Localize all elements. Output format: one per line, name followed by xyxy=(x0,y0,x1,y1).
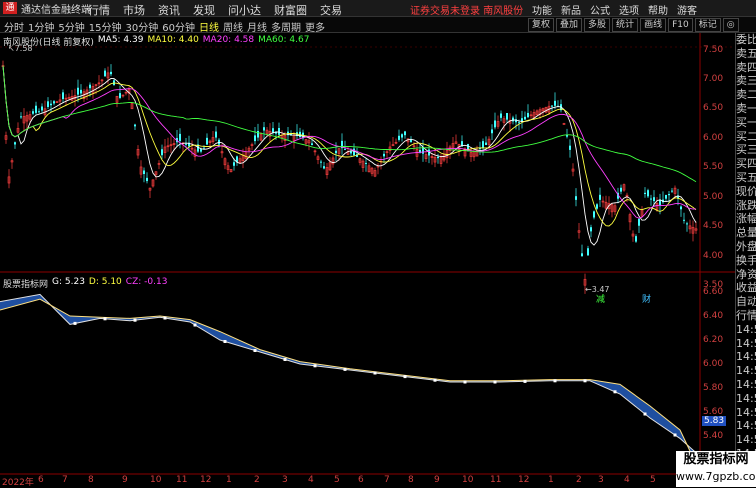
quote-row: 委比 xyxy=(736,33,756,46)
quote-row: 14:5 xyxy=(736,322,756,336)
date-label: 10 xyxy=(150,475,162,485)
date-label: 7 xyxy=(384,475,390,485)
quote-panel: 委比 卖五 卖四 卖三 卖二 卖一 买一 买二 买三 买四 买五 现价 涨跌 涨幅 总量 外盘 换手 净资 收益 自动… xyxy=(735,33,756,487)
quote-row: 14:5 xyxy=(736,391,756,405)
quote-row: 卖三 xyxy=(736,74,756,88)
date-label: 7 xyxy=(62,475,68,485)
date-label: 2022年 xyxy=(2,478,34,488)
date-label: 12 xyxy=(518,475,530,485)
quote-row: 净资 xyxy=(736,267,756,281)
date-label: 3 xyxy=(598,475,604,485)
quote-row: 行情 xyxy=(736,308,756,322)
price-axis-label: 4.00 xyxy=(703,251,724,261)
date-label: 8 xyxy=(408,475,414,485)
indicator-band xyxy=(0,293,701,473)
price-axis-label: 7.00 xyxy=(703,74,724,84)
quote-row: 卖四 xyxy=(736,60,756,74)
quote-row: 买五 xyxy=(736,170,756,184)
quote-row: 买四 xyxy=(736,157,756,171)
quote-row: 卖一 xyxy=(736,101,756,115)
ind-axis-label: 6.60 xyxy=(703,287,724,297)
date-label: 12 xyxy=(200,475,212,485)
date-label: 11 xyxy=(176,475,188,485)
ind-axis-label: 6.20 xyxy=(703,335,724,345)
quote-row: 14:5 xyxy=(736,350,756,364)
quote-row: 卖二 xyxy=(736,88,756,102)
ind-axis-label: 6.00 xyxy=(703,359,724,369)
g-label: G: 5.23 xyxy=(52,277,85,287)
quote-row: 14:5 xyxy=(736,419,756,433)
moving-average-lines xyxy=(2,65,697,246)
indicator-info: 股票指标网 G: 5.23 D: 5.10 CZ: -0.13 xyxy=(3,277,171,290)
quote-row: 涨跌 xyxy=(736,198,756,212)
price-axis-label: 4.50 xyxy=(703,221,724,231)
date-label: 10 xyxy=(462,475,474,485)
date-label: 9 xyxy=(434,475,440,485)
indicator-name: 股票指标网 xyxy=(3,280,49,290)
date-label: 2 xyxy=(254,475,260,485)
quote-row: 卖五 xyxy=(736,46,756,60)
quote-row: 现价 xyxy=(736,184,756,198)
quote-row: 换手 xyxy=(736,253,756,267)
watermark-url: www.7gpzb.com xyxy=(676,470,756,483)
cz-label: CZ: -0.13 xyxy=(125,277,168,287)
date-label: 6 xyxy=(358,475,364,485)
candlesticks xyxy=(1,60,698,294)
indicator-current-marker: 5.83 xyxy=(702,416,727,426)
price-chart[interactable] xyxy=(0,0,735,487)
watermark: 股票指标网 www.7gpzb.com xyxy=(676,451,756,487)
ind-axis-label: 6.40 xyxy=(703,311,724,321)
quote-row: 14:5 xyxy=(736,433,756,447)
quote-row: 总量 xyxy=(736,226,756,240)
date-label: 9 xyxy=(122,475,128,485)
quote-row: 收益 xyxy=(736,281,756,295)
price-axis-label: 5.00 xyxy=(703,192,724,202)
date-label: 8 xyxy=(88,475,94,485)
quote-row: 14:5 xyxy=(736,377,756,391)
ind-axis-label: 5.80 xyxy=(703,383,724,393)
date-label: 2 xyxy=(576,475,582,485)
d-label: D: 5.10 xyxy=(88,277,122,287)
date-label: 4 xyxy=(624,475,630,485)
quote-row: 14:5 xyxy=(736,405,756,419)
quote-row: 14:5 xyxy=(736,336,756,350)
price-axis-label: 6.50 xyxy=(703,103,724,113)
date-label: 11 xyxy=(490,475,502,485)
price-axis-label: 7.50 xyxy=(703,45,724,55)
quote-row: 买三 xyxy=(736,143,756,157)
quote-row: 买一 xyxy=(736,115,756,129)
price-axis-label: 5.50 xyxy=(703,162,724,172)
date-label: 5 xyxy=(650,475,656,485)
price-axis-label: 6.00 xyxy=(703,133,724,143)
date-label: 3 xyxy=(282,475,288,485)
date-label: 5 xyxy=(334,475,340,485)
watermark-title: 股票指标网 xyxy=(683,452,749,467)
date-label: 1 xyxy=(226,475,232,485)
reduce-mark[interactable]: 减 xyxy=(596,292,605,305)
quote-row: 14:5 xyxy=(736,364,756,378)
date-axis: 2022年 6 7 8 9 10 11 12 1 2 3 4 5 6 7 8 9 10 11 12 1 2 3 4 5 xyxy=(0,474,700,488)
date-label: 4 xyxy=(308,475,314,485)
quote-row: 买二 xyxy=(736,129,756,143)
finance-mark[interactable]: 财 xyxy=(642,292,651,305)
ind-axis-label: 5.40 xyxy=(703,431,724,441)
quote-row: 外盘 xyxy=(736,239,756,253)
date-label: 6 xyxy=(38,475,44,485)
quote-row: 涨幅 xyxy=(736,212,756,226)
date-label: 1 xyxy=(548,475,554,485)
quote-row: 自动 xyxy=(736,295,756,309)
high-annotation: ↖7.58 xyxy=(8,44,33,53)
